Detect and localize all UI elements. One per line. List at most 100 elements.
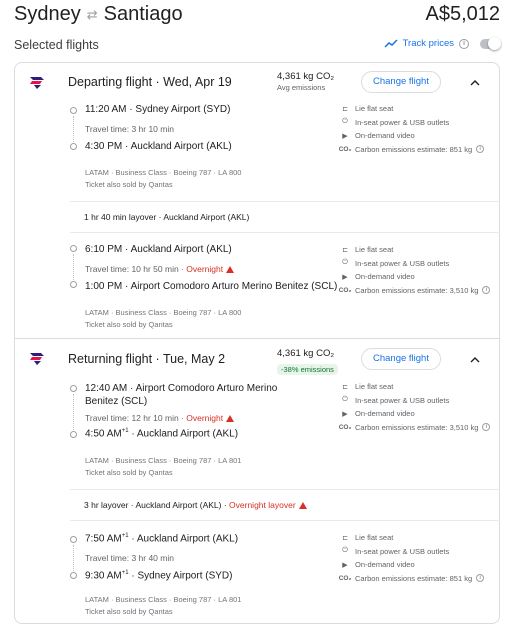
co2-icon: CO₂ (338, 574, 352, 582)
video-icon: ▶ (342, 561, 348, 569)
change-returning-button[interactable]: Change flight (361, 348, 441, 370)
amenity-item: ⏻ In-seat power & USB outlets (340, 394, 500, 408)
next-day-marker: +1 (121, 570, 129, 576)
warning-icon (226, 415, 235, 422)
departure-airport-cont: Benitez (SCL) (85, 396, 148, 407)
latam-logo-icon (30, 77, 44, 89)
amenity-item: ⏻ In-seat power & USB outlets (340, 116, 500, 130)
latam-logo-icon (30, 353, 44, 365)
flight-meta: LATAM · Business Class · Boeing 787 · LA… (85, 455, 241, 479)
arrival-stop: 4:50 AM+1 · Auckland Airport (AKL) (85, 428, 239, 440)
arrival-dot (70, 281, 77, 288)
amenity-item: CO₂ Carbon emissions estimate: 851 kg i (338, 572, 500, 586)
amenity-item: ▶ On-demand video (340, 129, 500, 143)
warning-icon (226, 266, 235, 273)
travel-time: Travel time: 3 hr 10 min (85, 124, 174, 134)
seat-icon: ⊏ (342, 383, 348, 391)
returning-title: Returning flight · Tue, May 2 (68, 352, 226, 366)
departure-stop: 6:10 PM · Auckland Airport (AKL) (85, 244, 232, 255)
departure-stop: 12:40 AM · Airport Comodoro Arturo Merin… (85, 383, 278, 407)
departing-emissions: 4,361 kg CO₂ Avg emissions (277, 71, 357, 92)
info-icon[interactable]: i (482, 286, 491, 295)
destination-city: Santiago (103, 3, 183, 25)
amenity-item: ⏻ In-seat power & USB outlets (340, 257, 500, 271)
origin-city: Sydney (14, 3, 81, 25)
amenities-list: ⊏ Lie flat seat ⏻ In-seat power & USB outl… (339, 380, 500, 435)
departure-dot (70, 385, 77, 392)
swap-arrows-icon: ⇄ (86, 6, 98, 22)
chevron-up-icon[interactable] (470, 356, 480, 364)
chevron-up-icon[interactable] (470, 79, 480, 87)
amenities-list: ⊏ Lie flat seat ⏻ In-seat power & USB outl… (338, 102, 500, 157)
returning-emissions: 4,361 kg CO₂ -38% emissions (277, 348, 357, 377)
arrival-dot (70, 143, 77, 150)
departing-segment-1: 11:20 AM · Sydney Airport (SYD) Travel t… (67, 103, 497, 203)
track-prices[interactable]: Track prices i (384, 36, 501, 50)
video-icon: ▶ (342, 132, 348, 140)
flight-details: LATAM · Business Class · Boeing 787 · LA… (85, 595, 242, 604)
co2-icon: CO₂ (338, 286, 352, 294)
travel-time: Travel time: 3 hr 40 min (85, 553, 174, 563)
returning-co2: 4,361 kg CO₂ (277, 348, 335, 359)
arrival-dot (70, 572, 77, 579)
amenities-list: ⊏ Lie flat seat ⏻ In-seat power & USB outl… (338, 243, 500, 298)
overnight-layover-label: Overnight layover (229, 500, 296, 510)
amenity-item: CO₂ Carbon emissions estimate: 3,510 kg i (339, 421, 500, 435)
arrival-airport: Auckland Airport (AKL) (130, 141, 232, 152)
video-icon: ▶ (342, 410, 348, 418)
amenities-list: ⊏ Lie flat seat ⏻ In-seat power & USB outl… (338, 531, 500, 586)
departure-dot (70, 245, 77, 252)
arrival-time: 4:50 AM (85, 428, 122, 440)
change-departing-button[interactable]: Change flight (361, 71, 441, 93)
departure-stop: 11:20 AM · Sydney Airport (SYD) (85, 104, 231, 115)
amenity-item: ⊏ Lie flat seat (340, 380, 500, 394)
departure-time: 12:40 AM (85, 383, 128, 394)
info-icon[interactable]: i (459, 38, 469, 49)
segment-timeline (70, 532, 77, 582)
video-icon: ▶ (342, 273, 348, 281)
co2-icon: CO₂ (338, 145, 352, 153)
track-prices-toggle[interactable] (480, 36, 501, 50)
arrival-time: 9:30 AM (85, 570, 122, 582)
amenity-item: ▶ On-demand video (340, 407, 500, 421)
departing-layover: 1 hr 40 min layover · Auckland Airport (… (70, 201, 500, 233)
ticket-note: Ticket also sold by Qantas (85, 320, 173, 329)
arrival-dot (70, 431, 77, 438)
segment-timeline (70, 241, 77, 291)
departure-airport: Auckland Airport (AKL) (130, 244, 232, 255)
power-icon: ⏻ (342, 118, 348, 126)
ticket-note: Ticket also sold by Qantas (85, 607, 173, 616)
arrival-time: 1:00 PM (85, 281, 123, 292)
departing-segment-2: 6:10 PM · Auckland Airport (AKL) Travel … (67, 241, 497, 341)
selected-flights-bar: Selected flights Track prices i (14, 36, 501, 56)
amenity-item: ▶ On-demand video (340, 270, 500, 284)
departing-title: Departing flight · Wed, Apr 19 (68, 75, 232, 89)
info-icon[interactable]: i (482, 423, 491, 432)
amenity-item: ▶ On-demand video (340, 558, 500, 572)
seat-icon: ⊏ (342, 534, 348, 542)
departure-airport: Sydney Airport (SYD) (135, 104, 231, 115)
travel-time: Travel time: 10 hr 50 min · Overnight (85, 264, 235, 274)
arrival-stop: 4:30 PM · Auckland Airport (AKL) (85, 141, 232, 152)
info-icon[interactable]: i (476, 145, 485, 154)
info-icon[interactable]: i (476, 574, 485, 583)
travel-time: Travel time: 12 hr 10 min · Overnight (85, 413, 235, 423)
arrival-airport: Sydney Airport (SYD) (137, 570, 233, 582)
departure-dot (70, 536, 77, 543)
flight-details: LATAM · Business Class · Boeing 787 · LA… (85, 456, 242, 465)
amenity-item: CO₂ Carbon emissions estimate: 3,510 kg i (338, 284, 500, 298)
overnight-label: Overnight (186, 413, 224, 423)
flight-meta: LATAM · Business Class · Boeing 787 · LA… (85, 167, 241, 191)
amenity-item: CO₂ Carbon emissions estimate: 851 kg i (338, 143, 500, 157)
amenity-item: ⊏ Lie flat seat (340, 531, 500, 545)
departure-dot (70, 107, 77, 114)
next-day-marker: +1 (121, 533, 129, 539)
returning-segment-2: 7:50 AM+1 · Auckland Airport (AKL) Trave… (67, 532, 497, 622)
trending-icon (384, 39, 398, 48)
power-icon: ⏻ (342, 396, 348, 404)
arrival-airport: Airport Comodoro Arturo Merino Benitez (… (130, 281, 338, 292)
returning-flight-card: Returning flight · Tue, May 2 4,361 kg C… (14, 338, 500, 624)
ticket-note: Ticket also sold by Qantas (85, 180, 173, 189)
selected-flights-title: Selected flights (14, 38, 99, 52)
arrival-time: 4:30 PM (85, 141, 123, 152)
